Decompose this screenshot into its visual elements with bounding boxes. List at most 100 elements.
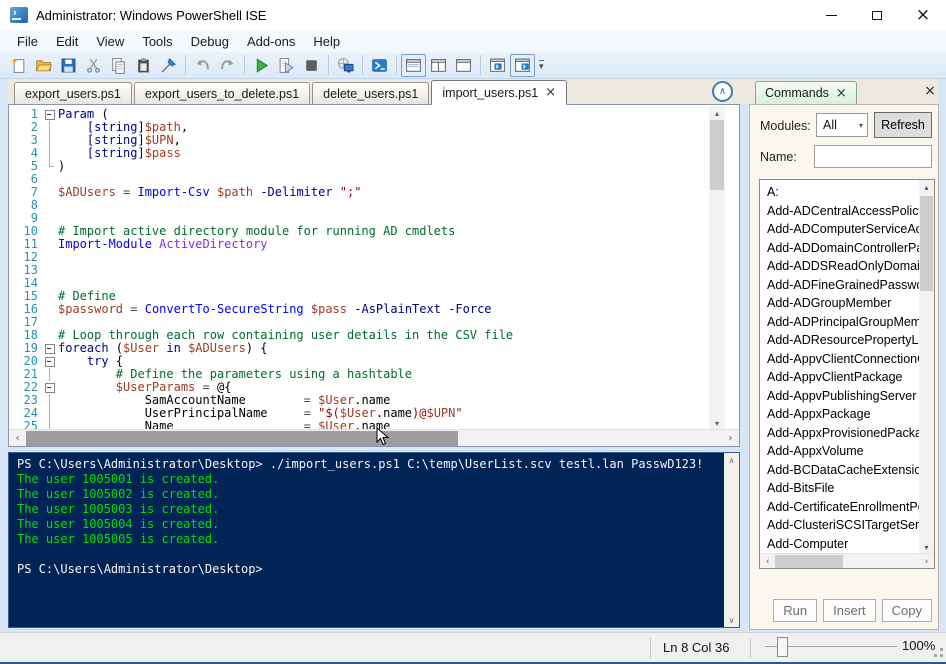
editor-vscroll-thumb[interactable]: [710, 120, 724, 190]
command-list-item[interactable]: Add-AppvPublishingServer: [760, 387, 920, 406]
console-pane[interactable]: PS C:\Users\Administrator\Desktop> ./imp…: [8, 452, 740, 628]
show-script-pane-top-button[interactable]: [401, 53, 426, 77]
command-list-item[interactable]: Add-BitsFile: [760, 479, 920, 498]
command-list-item[interactable]: Add-BCDataCacheExtension: [760, 461, 920, 480]
start-powershell-button[interactable]: [367, 54, 392, 77]
script-tab-import_users-ps1[interactable]: import_users.ps1 ×: [431, 80, 568, 105]
fold-collapse-icon[interactable]: [43, 355, 58, 368]
script-tab-delete_users-ps1[interactable]: delete_users.ps1: [312, 82, 430, 104]
menu-addons[interactable]: Add-ons: [238, 32, 304, 51]
command-list-item[interactable]: Add-ADDSReadOnlyDomainCo: [760, 257, 920, 276]
minimize-button[interactable]: [808, 0, 854, 30]
stop-operation-button[interactable]: [299, 54, 324, 77]
list-vertical-scrollbar[interactable]: ▴ ▾: [919, 180, 934, 554]
menu-help[interactable]: Help: [304, 32, 349, 51]
scroll-left-icon[interactable]: ‹: [9, 430, 26, 447]
command-list-item[interactable]: Add-ADFineGrainedPasswordPo: [760, 276, 920, 295]
commands-list[interactable]: A:Add-ADCentralAccessPolicyMeAdd-ADCompu…: [759, 179, 935, 569]
redo-button[interactable]: [215, 54, 240, 77]
scroll-right-icon[interactable]: ›: [919, 554, 934, 569]
name-input[interactable]: [814, 145, 932, 168]
scroll-down-icon[interactable]: ▾: [919, 540, 934, 554]
fold-gutter: [43, 199, 58, 212]
command-list-item[interactable]: Add-ADPrincipalGroupMember: [760, 313, 920, 332]
code-line: 8: [9, 199, 709, 212]
editor-horizontal-scrollbar[interactable]: ‹ ›: [9, 429, 739, 446]
script-tab-export_users_to_delete-ps1[interactable]: export_users_to_delete.ps1: [133, 82, 311, 104]
editor-hscroll-thumb[interactable]: [26, 431, 458, 446]
menu-debug[interactable]: Debug: [182, 32, 238, 51]
save-script-button[interactable]: [56, 54, 81, 77]
commands-tab-label: Commands: [765, 86, 829, 100]
show-script-pane-new-window-button[interactable]: [510, 53, 535, 77]
scroll-right-icon[interactable]: ›: [722, 430, 739, 447]
maximize-button[interactable]: [854, 0, 900, 30]
console-scrollbar[interactable]: ∧ ∨: [724, 453, 739, 627]
menu-edit[interactable]: Edit: [47, 32, 87, 51]
list-hscroll-thumb[interactable]: [775, 555, 843, 568]
command-list-item[interactable]: Add-CertificateEnrollmentPolicy: [760, 498, 920, 517]
toolbar-overflow-button[interactable]: ▾: [539, 59, 544, 71]
new-powershell-tab-button[interactable]: [485, 54, 510, 77]
code-area[interactable]: 1 Param (2 [string]$path, 3 [string]$UPN, 4…: [9, 105, 709, 429]
command-list-item[interactable]: Add-AppxProvisionedPackage: [760, 424, 920, 443]
menu-tools[interactable]: Tools: [133, 32, 181, 51]
list-vscroll-thumb[interactable]: [920, 196, 933, 291]
fold-collapse-icon[interactable]: [43, 381, 58, 394]
zoom-percentage: 100%: [902, 638, 936, 653]
run-button[interactable]: Run: [773, 599, 818, 622]
fold-collapse-icon[interactable]: [43, 108, 58, 121]
command-list-item[interactable]: A:: [760, 183, 920, 202]
menu-view[interactable]: View: [87, 32, 133, 51]
run-script-button[interactable]: [249, 54, 274, 77]
run-selection-button[interactable]: [274, 54, 299, 77]
command-list-item[interactable]: Add-AppxVolume: [760, 442, 920, 461]
editor-vertical-scrollbar[interactable]: ▴ ▾: [709, 106, 725, 431]
script-editor-pane[interactable]: 1 Param (2 [string]$path, 3 [string]$UPN, 4…: [8, 104, 740, 447]
command-list-item[interactable]: Add-AppvClientConnectionGro: [760, 350, 920, 369]
cut-button[interactable]: [81, 54, 106, 77]
command-list-item[interactable]: Add-ADGroupMember: [760, 294, 920, 313]
commands-panel-tab[interactable]: Commands ×: [755, 81, 857, 104]
command-list-item[interactable]: Add-ADResourcePropertyListM: [760, 331, 920, 350]
tab-close-icon[interactable]: ×: [545, 86, 556, 99]
list-horizontal-scrollbar[interactable]: ‹ ›: [760, 553, 934, 568]
command-list-item[interactable]: Add-ClusteriSCSITargetServerRe: [760, 516, 920, 535]
clear-console-pane-button[interactable]: [156, 54, 181, 77]
scroll-up-icon[interactable]: ∧: [724, 453, 739, 467]
command-list-item[interactable]: Add-AppvClientPackage: [760, 368, 920, 387]
fold-collapse-icon[interactable]: [43, 342, 58, 355]
command-list-item[interactable]: Add-ADDomainControllerPassw: [760, 239, 920, 258]
script-tab-export_users-ps1[interactable]: export_users.ps1: [14, 82, 132, 104]
undo-button[interactable]: [190, 54, 215, 77]
fold-gutter: [43, 212, 58, 225]
commands-tab-close-icon[interactable]: ×: [836, 87, 847, 100]
scroll-up-icon[interactable]: ▴: [919, 180, 934, 194]
zoom-slider-thumb[interactable]: [777, 637, 788, 657]
scroll-down-icon[interactable]: ∨: [724, 613, 739, 627]
scroll-up-icon[interactable]: ▴: [709, 106, 725, 121]
new-remote-powershell-tab-button[interactable]: [333, 54, 358, 77]
console-line: PS C:\Users\Administrator\Desktop> ./imp…: [17, 457, 704, 471]
command-list-item[interactable]: Add-AppxPackage: [760, 405, 920, 424]
command-list-item[interactable]: Add-ADCentralAccessPolicyMe: [760, 202, 920, 221]
close-button[interactable]: ×: [900, 0, 946, 30]
command-list-item[interactable]: Add-Computer: [760, 535, 920, 554]
open-script-button[interactable]: [31, 54, 56, 77]
show-script-pane-maximized-button[interactable]: [451, 54, 476, 77]
modules-dropdown[interactable]: All ▾: [816, 113, 868, 137]
resize-grip[interactable]: [940, 654, 943, 657]
collapse-script-pane-button[interactable]: ∧: [712, 81, 733, 102]
show-script-pane-right-button[interactable]: [426, 54, 451, 77]
insert-button[interactable]: Insert: [823, 599, 876, 622]
maximize-icon: [872, 10, 882, 20]
copy-button[interactable]: [106, 54, 131, 77]
panel-close-button[interactable]: ×: [921, 82, 939, 100]
new-script-button[interactable]: [6, 54, 31, 77]
refresh-button[interactable]: Refresh: [874, 112, 932, 138]
scroll-left-icon[interactable]: ‹: [760, 554, 775, 569]
copy-button[interactable]: Copy: [881, 599, 932, 622]
command-list-item[interactable]: Add-ADComputerServiceAccou: [760, 220, 920, 239]
menu-file[interactable]: File: [8, 32, 47, 51]
paste-button[interactable]: [131, 54, 156, 77]
